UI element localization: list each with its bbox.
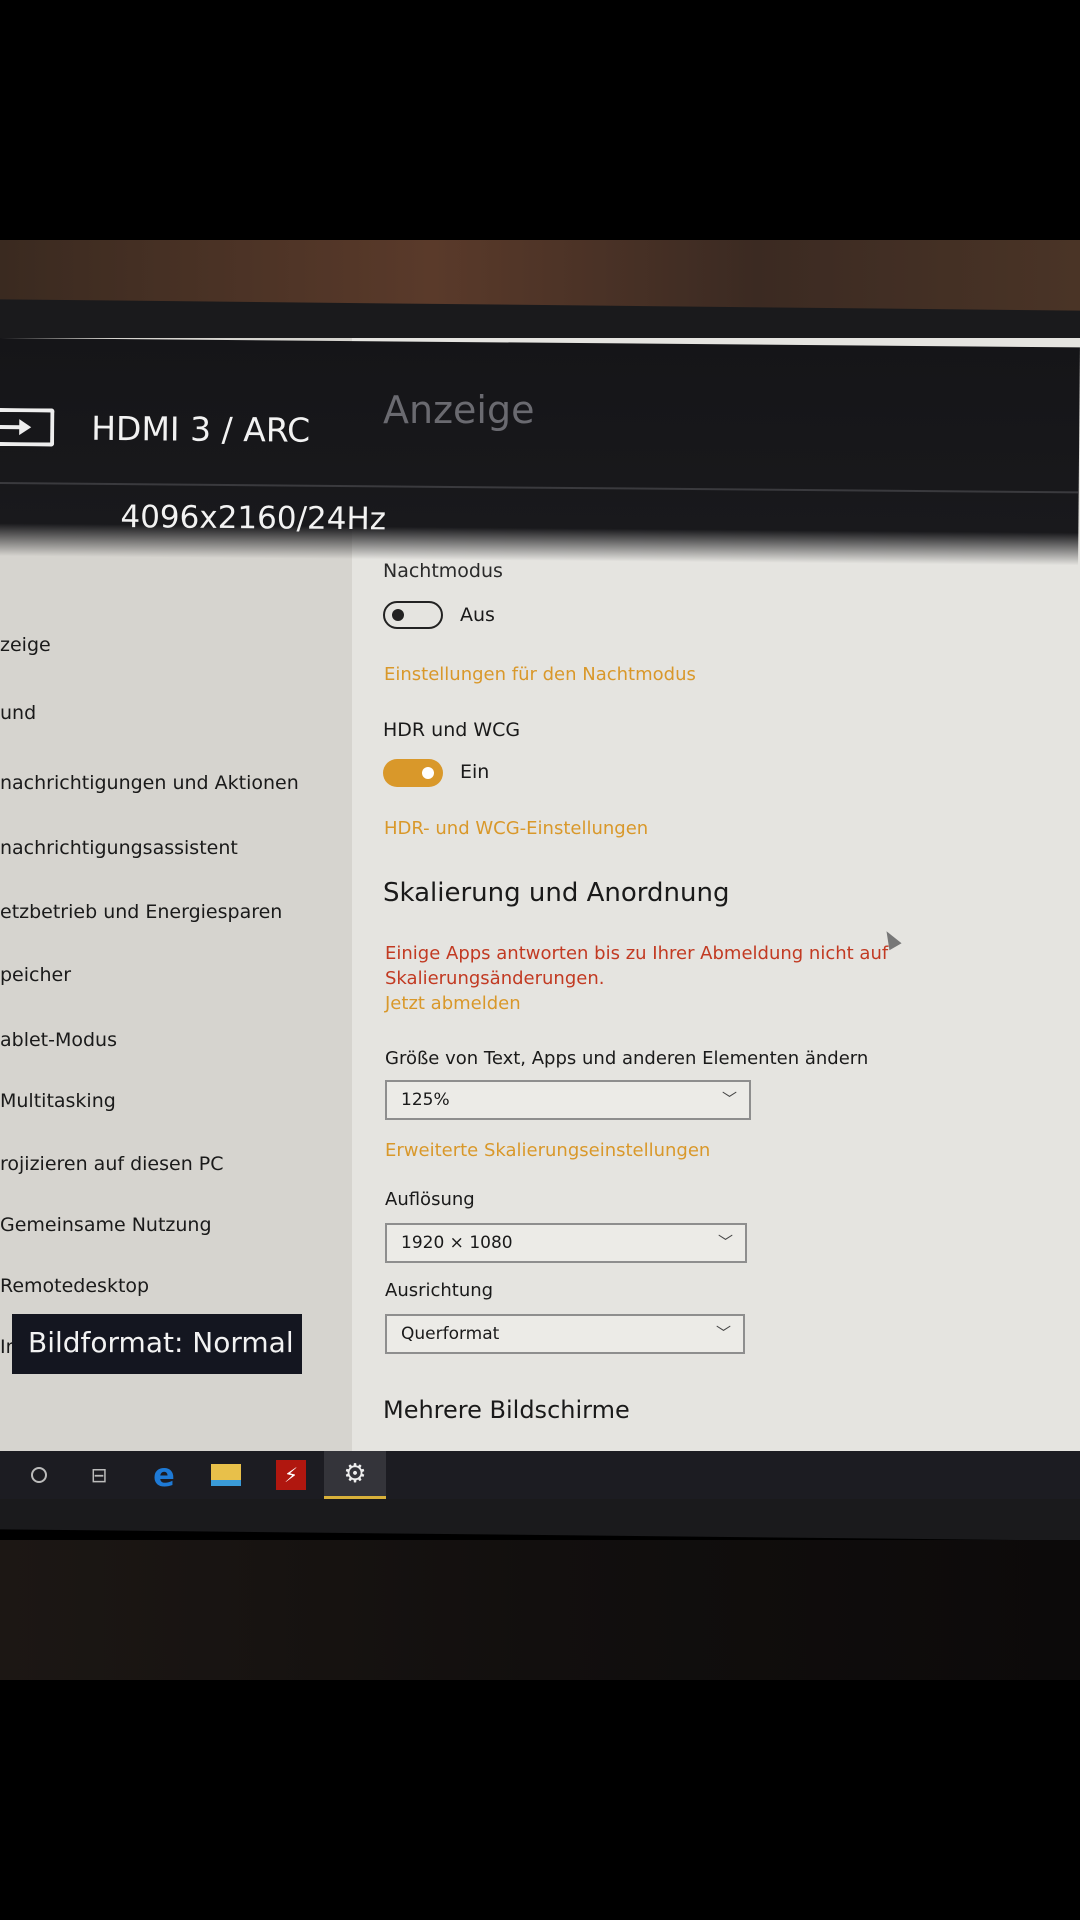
night-mode-label: Nachtmodus — [383, 560, 503, 582]
chevron-down-icon: ﹀ — [715, 1324, 731, 1342]
orientation-value: Querformat — [401, 1324, 500, 1344]
osd-divider — [0, 481, 1079, 494]
night-mode-toggle[interactable] — [383, 601, 443, 629]
sidebar-item-storage[interactable]: peicher — [0, 964, 71, 986]
size-dropdown[interactable]: 125% ﹀ — [385, 1080, 751, 1120]
scaling-heading: Skalierung und Anordnung — [383, 878, 730, 908]
settings-gear-icon[interactable]: ⚙ — [324, 1451, 386, 1499]
file-explorer-icon[interactable] — [197, 1451, 255, 1499]
hdr-toggle[interactable] — [383, 759, 443, 787]
signal-info: 4096x2160/24Hz — [120, 499, 387, 538]
sidebar-item-tablet-mode[interactable]: ablet-Modus — [0, 1029, 117, 1051]
multi-display-heading: Mehrere Bildschirme — [383, 1396, 630, 1424]
search-icon[interactable] — [10, 1451, 68, 1499]
size-label: Größe von Text, Apps und anderen Element… — [385, 1048, 869, 1069]
tv-input-osd: HDMI 3 / ARC 4096x2160/24Hz — [0, 338, 1080, 566]
sidebar-item-notifications[interactable]: nachrichtigungen und Aktionen — [0, 772, 299, 794]
advanced-scaling-link[interactable]: Erweiterte Skalierungseinstellungen — [385, 1140, 710, 1161]
input-source-icon — [0, 407, 55, 447]
warning-line1: Einige Apps antworten bis zu Ihrer Abmel… — [385, 943, 889, 964]
warning-line2: Skalierungsänderungen. — [385, 968, 605, 989]
orientation-dropdown[interactable]: Querformat ﹀ — [385, 1314, 745, 1354]
night-mode-state: Aus — [460, 604, 495, 626]
night-mode-settings-link[interactable]: Einstellungen für den Nachtmodus — [384, 664, 696, 685]
hdr-settings-link[interactable]: HDR- und WCG-Einstellungen — [384, 818, 648, 839]
resolution-dropdown[interactable]: 1920 × 1080 ﹀ — [385, 1223, 747, 1263]
taskbar: ⊟ e ⚡ ⚙ — [0, 1451, 1080, 1499]
edge-browser-icon[interactable]: e — [135, 1451, 193, 1499]
sidebar-item-focus-assist[interactable]: nachrichtigungsassistent — [0, 837, 238, 859]
sidebar-item-sound[interactable]: und — [0, 702, 36, 724]
hdr-state: Ein — [460, 761, 490, 783]
resolution-label: Auflösung — [385, 1189, 475, 1210]
sidebar-item-power[interactable]: etzbetrieb und Energiesparen — [0, 901, 282, 923]
input-name: HDMI 3 / ARC — [91, 408, 311, 450]
sidebar-item-remote-desktop[interactable]: Remotedesktop — [0, 1275, 149, 1297]
size-value: 125% — [401, 1090, 450, 1110]
sidebar-item-display[interactable]: zeige — [0, 634, 51, 656]
sidebar-item-shared[interactable]: Gemeinsame Nutzung — [0, 1214, 212, 1236]
room-background — [0, 1540, 1080, 1680]
flash-app-icon[interactable]: ⚡ — [262, 1451, 320, 1499]
toggle-knob — [422, 767, 434, 779]
hdr-label: HDR und WCG — [383, 719, 521, 741]
orientation-label: Ausrichtung — [385, 1280, 494, 1301]
picture-format-osd: Bildformat: Normal — [12, 1314, 302, 1374]
sidebar-item-multitasking[interactable]: Multitasking — [0, 1090, 116, 1112]
task-view-icon[interactable]: ⊟ — [70, 1451, 128, 1499]
toggle-knob — [392, 609, 404, 621]
chevron-down-icon: ﹀ — [721, 1090, 737, 1108]
resolution-value: 1920 × 1080 — [401, 1233, 513, 1253]
chevron-down-icon: ﹀ — [717, 1233, 733, 1251]
signout-link[interactable]: Jetzt abmelden — [385, 993, 521, 1014]
tv-screen: zeige und nachrichtigungen und Aktionen … — [0, 338, 1080, 1453]
sidebar-item-projecting[interactable]: rojizieren auf diesen PC — [0, 1153, 224, 1175]
page-title: Anzeige — [383, 388, 535, 432]
